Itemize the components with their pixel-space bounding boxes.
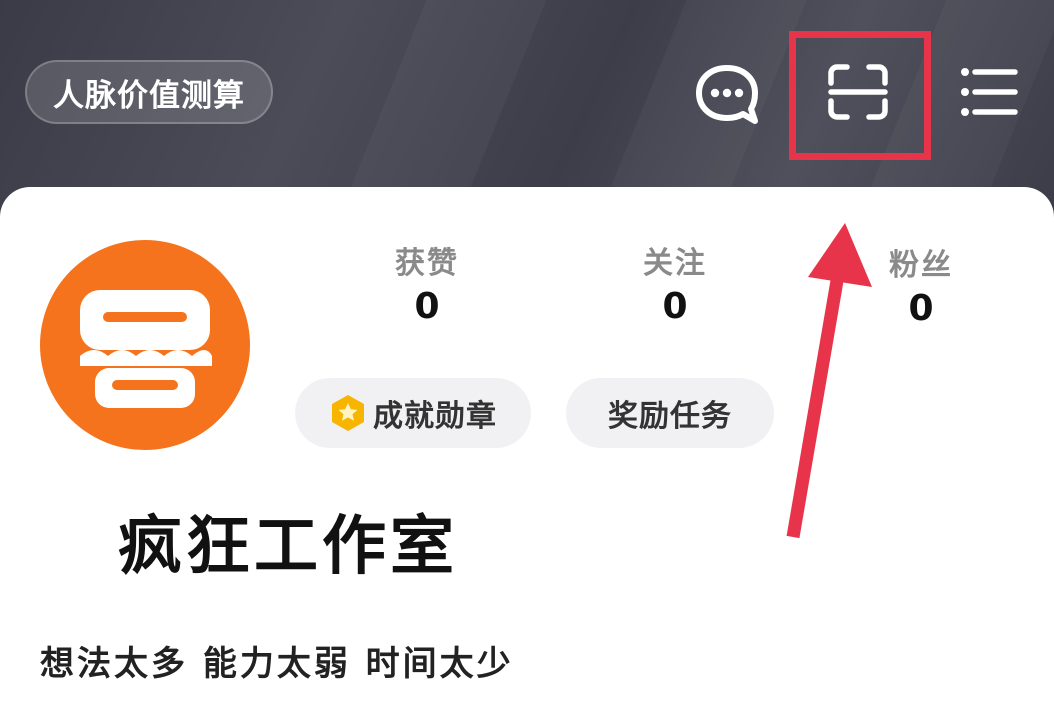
stat-value: 0 bbox=[662, 286, 688, 327]
profile-name: 疯狂工作室 bbox=[118, 510, 458, 584]
message-button[interactable] bbox=[692, 62, 762, 128]
shop-logo-icon bbox=[80, 290, 212, 408]
stat-likes[interactable]: 获赞 0 bbox=[362, 238, 492, 327]
stat-value: 0 bbox=[414, 286, 440, 327]
menu-list-icon bbox=[961, 68, 1018, 116]
achievement-label: 成就勋章 bbox=[373, 399, 497, 434]
stat-label: 关注 bbox=[643, 246, 707, 281]
connection-value-label: 人脉价值测算 bbox=[53, 77, 245, 114]
reward-tasks-button[interactable]: 奖励任务 bbox=[566, 378, 774, 448]
chat-bubble-icon bbox=[696, 65, 758, 124]
avatar[interactable] bbox=[40, 240, 250, 450]
achievement-badges-button[interactable]: 成就勋章 bbox=[295, 378, 531, 448]
scan-highlight-box bbox=[789, 31, 931, 160]
stat-label: 获赞 bbox=[395, 246, 459, 281]
annotation-arrow bbox=[786, 223, 872, 539]
stat-following[interactable]: 关注 0 bbox=[610, 238, 740, 327]
profile-bio: 想法太多 能力太弱 时间太少 bbox=[40, 644, 514, 684]
connection-value-button[interactable]: 人脉价值测算 bbox=[25, 60, 273, 124]
reward-label: 奖励任务 bbox=[608, 399, 732, 434]
menu-button[interactable] bbox=[958, 66, 1020, 118]
hexagon-star-icon bbox=[332, 395, 364, 431]
